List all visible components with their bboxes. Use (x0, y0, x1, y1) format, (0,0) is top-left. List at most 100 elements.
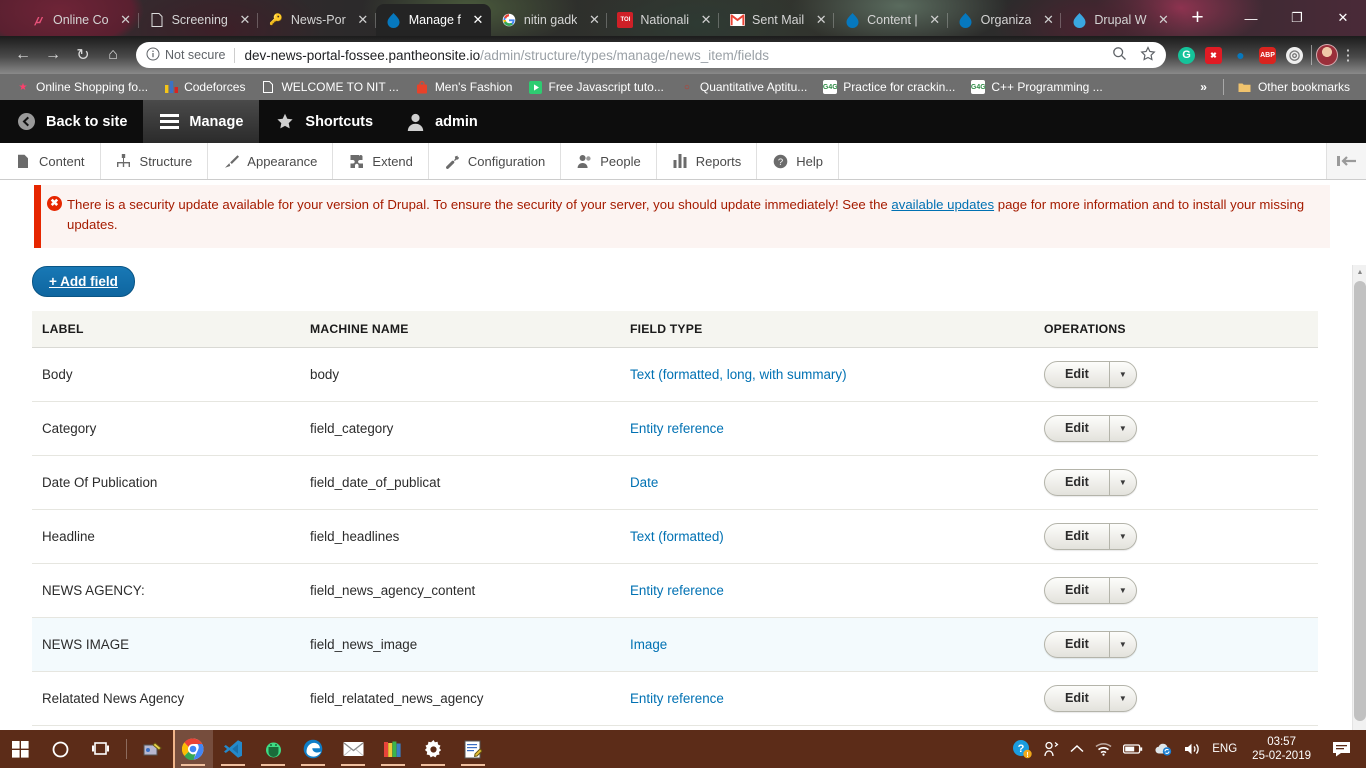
browser-tab-news-por[interactable]: 🔑 News-Por ✕ (258, 4, 376, 36)
bookmark-mens-fashion[interactable]: Men's Fashion (407, 80, 521, 94)
tab-close-icon[interactable]: ✕ (926, 12, 944, 28)
app-paint-icon[interactable] (133, 730, 173, 768)
tab-close-icon[interactable]: ✕ (236, 12, 254, 28)
adblock-plus-extension-icon[interactable]: ABP (1259, 46, 1276, 64)
toolbar-manage[interactable]: Manage (143, 100, 260, 143)
drupal-extension-icon[interactable]: ● (1232, 47, 1249, 64)
bookmarks-overflow-button[interactable]: » (1190, 80, 1217, 94)
operations-button-group[interactable]: Edit ▼ (1044, 684, 1137, 712)
task-view-icon[interactable] (80, 730, 120, 768)
security-indicator[interactable]: Not secure (146, 47, 225, 64)
operations-button-group[interactable]: Edit ▼ (1044, 414, 1137, 442)
battery-icon[interactable] (1123, 730, 1143, 768)
operations-button-group[interactable]: Edit ▼ (1044, 576, 1137, 604)
tab-close-icon[interactable]: ✕ (469, 12, 487, 28)
bookmark-free-javascript[interactable]: Free Javascript tuto... (520, 80, 671, 94)
maximize-restore-button[interactable]: ❐ (1274, 0, 1320, 36)
field-type-link[interactable]: Text (formatted) (630, 529, 724, 544)
admin-menu-appearance[interactable]: Appearance (208, 143, 334, 179)
tab-close-icon[interactable]: ✕ (585, 12, 603, 28)
admin-menu-content[interactable]: Content (0, 143, 101, 179)
bookmark-cpp-programming[interactable]: G4G C++ Programming ... (963, 80, 1110, 94)
onedrive-sync-icon[interactable] (1154, 730, 1173, 768)
browser-tab-sent-mail[interactable]: Sent Mail ✕ (719, 4, 835, 36)
browser-tab-drupal-w[interactable]: Drupal W ✕ (1061, 4, 1176, 36)
field-type-link[interactable]: Text (formatted, long, with summary) (630, 367, 847, 382)
settings-gear-icon[interactable] (413, 730, 453, 768)
other-bookmarks-button[interactable]: Other bookmarks (1230, 80, 1358, 94)
zoom-out-icon[interactable] (1112, 46, 1127, 64)
volume-icon[interactable] (1184, 730, 1201, 768)
chevron-down-icon[interactable]: ▼ (1110, 578, 1136, 603)
scroll-up-arrow-icon[interactable]: ▲ (1353, 265, 1366, 279)
tab-close-icon[interactable]: ✕ (354, 12, 372, 28)
edit-button[interactable]: Edit (1045, 415, 1110, 441)
red-wand-extension-icon[interactable]: ✖ (1205, 46, 1222, 64)
browser-tab-organiza[interactable]: Organiza ✕ (948, 4, 1062, 36)
grammarly-extension-icon[interactable]: G (1178, 46, 1195, 64)
close-window-button[interactable]: ✕ (1320, 0, 1366, 36)
available-updates-link[interactable]: available updates (891, 197, 994, 212)
field-type-link[interactable]: Entity reference (630, 421, 724, 436)
microsoft-edge-icon[interactable] (293, 730, 333, 768)
tab-close-icon[interactable]: ✕ (697, 12, 715, 28)
show-hidden-icons-icon[interactable] (1070, 730, 1084, 768)
edit-button[interactable]: Edit (1045, 523, 1110, 549)
browser-tab-nationali[interactable]: TOI Nationali ✕ (607, 4, 720, 36)
edit-button[interactable]: Edit (1045, 361, 1110, 387)
admin-menu-people[interactable]: People (561, 143, 657, 179)
browser-tab-manage-fields[interactable]: Manage f ✕ (375, 4, 491, 36)
browser-tab-online-co[interactable]: 𝜇 Online Co ✕ (20, 4, 139, 36)
address-bar[interactable]: Not secure dev-news-portal-fossee.panthe… (136, 42, 1166, 68)
chevron-down-icon[interactable]: ▼ (1110, 686, 1136, 711)
bookmark-practice-for-cracking[interactable]: G4G Practice for crackin... (815, 80, 963, 94)
kebab-menu-icon[interactable]: ⋮ (1338, 46, 1358, 64)
browser-tab-content[interactable]: Content | ✕ (834, 4, 948, 36)
browser-tab-screening[interactable]: Screening ✕ (139, 4, 258, 36)
edit-button[interactable]: Edit (1045, 577, 1110, 603)
notepad-icon[interactable] (453, 730, 493, 768)
chevron-down-icon[interactable]: ▼ (1110, 362, 1136, 387)
bookmark-online-shopping[interactable]: ★ Online Shopping fo... (8, 80, 156, 94)
people-share-icon[interactable] (1043, 730, 1059, 768)
admin-menu-structure[interactable]: Structure (101, 143, 209, 179)
chevron-down-icon[interactable]: ▼ (1110, 470, 1136, 495)
bookmark-quantitative-aptitude[interactable]: ○ Quantitative Aptitu... (672, 80, 815, 94)
vs-code-icon[interactable] (213, 730, 253, 768)
field-type-link[interactable]: Image (630, 637, 667, 652)
minimize-button[interactable]: — (1228, 0, 1274, 36)
chevron-down-icon[interactable]: ▼ (1110, 524, 1136, 549)
bookmark-codeforces[interactable]: Codeforces (156, 80, 253, 94)
operations-button-group[interactable]: Edit ▼ (1044, 630, 1137, 658)
tab-close-icon[interactable]: ✕ (1155, 12, 1173, 28)
home-icon[interactable]: ⌂ (98, 40, 128, 70)
back-icon[interactable]: ← (8, 40, 38, 70)
edit-button[interactable]: Edit (1045, 685, 1110, 711)
bookmark-star-icon[interactable] (1140, 45, 1156, 65)
help-alert-icon[interactable]: ?! (1012, 730, 1032, 768)
field-type-link[interactable]: Date (630, 475, 658, 490)
library-books-icon[interactable] (373, 730, 413, 768)
windows-start-icon[interactable] (0, 730, 40, 768)
toolbar-user-admin[interactable]: admin (389, 100, 494, 143)
page-scrollbar[interactable]: ▲ ▼ (1352, 265, 1366, 730)
profile-avatar[interactable] (1316, 44, 1338, 66)
bookmark-welcome-to-nit[interactable]: WELCOME TO NIT ... (253, 80, 406, 94)
browser-tab-nitin-gadk[interactable]: nitin gadk ✕ (491, 4, 608, 36)
scrollbar-thumb[interactable] (1354, 281, 1366, 721)
google-chrome-icon[interactable] (173, 730, 213, 768)
target-ring-extension-icon[interactable]: ◎ (1286, 46, 1303, 64)
new-tab-button[interactable]: + (1183, 4, 1213, 34)
operations-button-group[interactable]: Edit ▼ (1044, 468, 1137, 496)
chevron-down-icon[interactable]: ▼ (1110, 632, 1136, 657)
add-field-button[interactable]: + Add field (32, 265, 135, 297)
tab-close-icon[interactable]: ✕ (812, 12, 830, 28)
field-type-link[interactable]: Entity reference (630, 583, 724, 598)
admin-menu-configuration[interactable]: Configuration (429, 143, 562, 179)
mail-icon[interactable] (333, 730, 373, 768)
operations-button-group[interactable]: Edit ▼ (1044, 360, 1137, 388)
wifi-icon[interactable] (1095, 730, 1112, 768)
tab-close-icon[interactable]: ✕ (1039, 12, 1057, 28)
admin-menu-extend[interactable]: Extend (333, 143, 429, 179)
edit-button[interactable]: Edit (1045, 469, 1110, 495)
